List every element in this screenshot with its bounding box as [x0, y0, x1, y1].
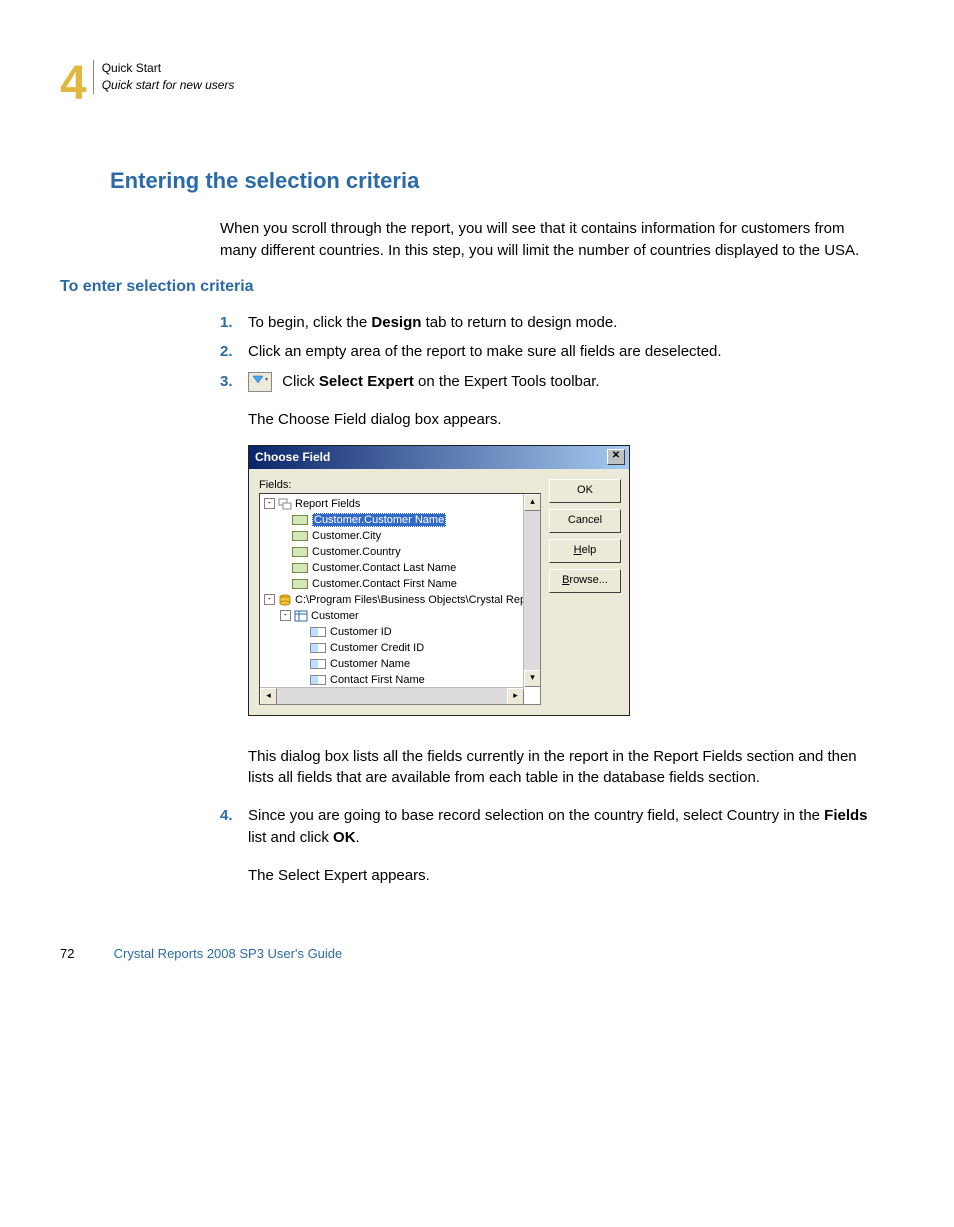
dialog-titlebar[interactable]: Choose Field ✕	[249, 446, 629, 469]
steps-list-continued: 4. Since you are going to base record se…	[220, 805, 874, 849]
tree-label: Customer Credit ID	[330, 642, 424, 654]
tree-dbfield-contact-first-name[interactable]: Contact First Name	[262, 672, 540, 688]
collapse-icon[interactable]: -	[264, 594, 275, 605]
field-icon	[310, 643, 326, 653]
step-number: 2.	[220, 341, 248, 363]
database-icon	[278, 594, 292, 606]
step-text: Since you are going to base record selec…	[248, 807, 824, 824]
fields-label-bold: Fields	[824, 807, 867, 824]
dialog-title: Choose Field	[255, 450, 330, 464]
steps-list: 1. To begin, click the Design tab to ret…	[220, 312, 874, 393]
field-icon	[292, 563, 308, 573]
tree-dbfield-credit-id[interactable]: Customer Credit ID	[262, 640, 540, 656]
page-number: 72	[60, 946, 110, 961]
step-text: Click	[282, 373, 319, 390]
tree-label: Customer.City	[312, 530, 381, 542]
subsection-heading: To enter selection criteria	[60, 278, 874, 296]
ok-button[interactable]: OK	[549, 479, 621, 503]
field-icon	[292, 579, 308, 589]
collapse-icon[interactable]: -	[280, 610, 291, 621]
chapter-subtitle: Quick start for new users	[102, 77, 235, 94]
chapter-title: Quick Start	[102, 60, 235, 77]
tree-label: Customer	[311, 610, 359, 622]
choose-field-dialog: Choose Field ✕ Fields: - Report Fields	[248, 445, 630, 716]
step-text: .	[356, 829, 360, 846]
step-4: 4. Since you are going to base record se…	[220, 805, 874, 849]
guide-title: Crystal Reports 2008 SP3 User's Guide	[114, 946, 343, 961]
page-footer: 72 Crystal Reports 2008 SP3 User's Guide	[60, 946, 874, 961]
tree-label-selected: Customer.Customer Name	[312, 513, 446, 527]
horizontal-scrollbar[interactable]: ◂ ▸	[260, 687, 524, 704]
field-icon	[310, 675, 326, 685]
tree-label: Customer.Contact First Name	[312, 578, 457, 590]
help-button[interactable]: Help	[549, 539, 621, 563]
scroll-up-icon[interactable]: ▴	[524, 494, 541, 511]
scroll-left-icon[interactable]: ◂	[260, 688, 277, 705]
field-icon	[310, 659, 326, 669]
step-number: 4.	[220, 805, 248, 827]
step-result-text: The Select Expert appears.	[248, 865, 874, 887]
ok-label-bold: OK	[333, 829, 356, 846]
tree-label: Contact First Name	[330, 674, 425, 686]
tree-node-customer-table[interactable]: - Customer	[262, 608, 540, 624]
chapter-number: 4	[60, 60, 87, 108]
field-icon	[292, 515, 308, 525]
tree-field-country[interactable]: Customer.Country	[262, 544, 540, 560]
section-heading: Entering the selection criteria	[110, 168, 874, 194]
step-3: 3. Click Select Expert on the Expert Too…	[220, 371, 874, 393]
tree-node-database[interactable]: - C:\Program Files\Business Objects\Crys…	[262, 592, 540, 608]
step-1: 1. To begin, click the Design tab to ret…	[220, 312, 874, 334]
field-icon	[292, 547, 308, 557]
tree-field-contact-first-name[interactable]: Customer.Contact First Name	[262, 576, 540, 592]
scroll-down-icon[interactable]: ▾	[524, 670, 541, 687]
tree-label: Report Fields	[295, 498, 360, 510]
select-expert-label: Select Expert	[319, 373, 414, 390]
dialog-description: This dialog box lists all the fields cur…	[248, 746, 874, 790]
tree-label: Customer.Contact Last Name	[312, 562, 456, 574]
tree-field-contact-last-name[interactable]: Customer.Contact Last Name	[262, 560, 540, 576]
step-text: tab to return to design mode.	[421, 314, 617, 331]
tree-label: C:\Program Files\Business Objects\Crysta…	[295, 594, 532, 606]
fields-tree[interactable]: - Report Fields Customer.Customer Name	[259, 493, 541, 705]
select-expert-icon[interactable]	[248, 372, 272, 392]
scroll-right-icon[interactable]: ▸	[507, 688, 524, 705]
report-fields-icon	[278, 498, 292, 510]
collapse-icon[interactable]: -	[264, 498, 275, 509]
fields-label: Fields:	[259, 479, 541, 491]
design-tab-label: Design	[371, 314, 421, 331]
browse-button[interactable]: Browse...	[549, 569, 621, 593]
step-2: 2. Click an empty area of the report to …	[220, 341, 874, 363]
step-text: on the Expert Tools toolbar.	[414, 373, 600, 390]
step-text: Click an empty area of the report to mak…	[248, 341, 722, 363]
tree-dbfield-customer-id[interactable]: Customer ID	[262, 624, 540, 640]
page-header: 4 Quick Start Quick start for new users	[60, 60, 874, 108]
step-number: 3.	[220, 371, 248, 393]
tree-label: Customer Name	[330, 658, 410, 670]
cancel-button[interactable]: Cancel	[549, 509, 621, 533]
step-result-text: The Choose Field dialog box appears.	[248, 409, 874, 431]
vertical-scrollbar[interactable]: ▴ ▾	[523, 494, 540, 687]
header-text: Quick Start Quick start for new users	[93, 60, 235, 94]
tree-field-city[interactable]: Customer.City	[262, 528, 540, 544]
tree-field-customer-name[interactable]: Customer.Customer Name	[262, 512, 540, 528]
tree-dbfield-customer-name[interactable]: Customer Name	[262, 656, 540, 672]
tree-label: Customer ID	[330, 626, 392, 638]
close-icon[interactable]: ✕	[607, 449, 625, 465]
table-icon	[294, 610, 308, 622]
field-icon	[292, 531, 308, 541]
tree-node-report-fields[interactable]: - Report Fields	[262, 496, 540, 512]
tree-label: Customer.Country	[312, 546, 401, 558]
step-text: To begin, click the	[248, 314, 371, 331]
field-icon	[310, 627, 326, 637]
intro-paragraph: When you scroll through the report, you …	[220, 218, 874, 262]
step-text: list and click	[248, 829, 333, 846]
step-number: 1.	[220, 312, 248, 334]
